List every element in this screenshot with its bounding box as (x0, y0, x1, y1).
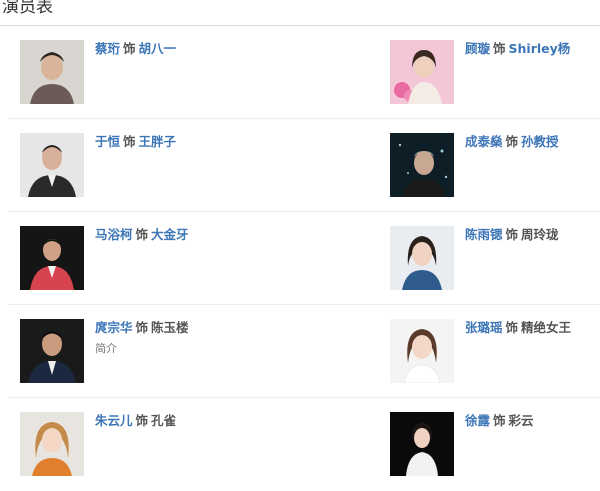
cast-info: 成泰燊饰孙教授 (465, 133, 559, 151)
actor-name[interactable]: 马浴柯 (95, 227, 133, 242)
actress-photo-icon (390, 412, 454, 476)
actor-photo-icon (20, 133, 84, 197)
cast-grid: 蔡珩饰胡八一 顾璇饰 Shirley杨 于恒 饰 王胖子 成泰燊 饰 孙教授 马… (8, 26, 600, 491)
actor-photo-icon (20, 40, 84, 104)
cast-info: 于恒饰王胖子 (95, 133, 176, 151)
role-name[interactable]: 王胖子 (139, 134, 177, 149)
cast-item: 张璐瑶饰精绝女王 (378, 305, 600, 398)
cast-item: 马浴柯饰大金牙 (8, 212, 378, 305)
role-name: 孔雀 (151, 413, 177, 428)
cast-info: 顾璇饰 Shirley杨 (465, 40, 570, 58)
actress-photo-icon (390, 319, 454, 383)
actor-name[interactable]: 陈雨锶 (465, 227, 503, 242)
section-title: 演员表 (2, 0, 53, 17)
cast-item: 于恒饰王胖子 (8, 119, 378, 212)
connector-text: 饰 (135, 227, 149, 242)
actor-photo-icon (390, 133, 454, 197)
role-name: 彩云 (508, 413, 534, 428)
actress-photo[interactable] (390, 412, 454, 476)
cast-info: 庹宗华饰陈玉楼 (95, 319, 189, 337)
cast-header: 演员表 (0, 0, 600, 26)
role-name[interactable]: 孙教授 (521, 134, 559, 149)
cast-item: 蔡珩饰胡八一 (8, 26, 378, 119)
connector-text: 饰 (505, 134, 519, 149)
actress-photo-icon (390, 40, 454, 104)
actor-name[interactable]: 成泰燊 (465, 134, 503, 149)
cast-info: 蔡珩饰胡八一 (95, 40, 176, 58)
actress-photo[interactable] (20, 412, 84, 476)
actress-photo[interactable] (390, 319, 454, 383)
cast-info: 朱云儿饰孔雀 (95, 412, 176, 430)
actor-name[interactable]: 于恒 (95, 134, 120, 149)
actor-photo[interactable] (20, 40, 84, 104)
actor-name[interactable]: 徐露 (465, 413, 490, 428)
cast-item: 庹宗华饰陈玉楼 简介 (8, 305, 378, 398)
connector-text: 饰 (505, 227, 519, 242)
cast-item: 顾璇饰 Shirley杨 (378, 26, 600, 119)
actor-photo[interactable] (20, 319, 84, 383)
cast-item: 成泰燊饰孙教授 (378, 119, 600, 212)
connector-text: 饰 (505, 320, 519, 335)
connector-text: 饰 (493, 41, 506, 56)
actress-photo[interactable] (390, 226, 454, 290)
actor-name[interactable]: 顾璇 (465, 41, 490, 56)
actor-photo[interactable] (20, 226, 84, 290)
role-name[interactable]: Shirley杨 (509, 41, 571, 56)
connector-text: 饰 (135, 320, 149, 335)
connector-text: 饰 (135, 413, 149, 428)
role-name: 精绝女王 (521, 320, 572, 335)
role-name[interactable]: 大金牙 (151, 227, 189, 242)
actor-photo-icon (20, 226, 84, 290)
actor-photo-icon (20, 319, 84, 383)
intro-link[interactable]: 简介 (95, 342, 117, 356)
actor-name[interactable]: 庹宗华 (95, 320, 133, 335)
role-name: 周玲珑 (521, 227, 559, 242)
actress-photo-icon (390, 226, 454, 290)
cast-item: 徐露饰彩云 (378, 398, 600, 491)
actress-photo-icon (20, 412, 84, 476)
cast-info: 徐露饰彩云 (465, 412, 534, 430)
role-name[interactable]: 胡八一 (139, 41, 177, 56)
connector-text: 饰 (123, 41, 136, 56)
cast-info: 陈雨锶饰周玲珑 (465, 226, 559, 244)
actor-name[interactable]: 朱云儿 (95, 413, 133, 428)
connector-text: 饰 (493, 413, 506, 428)
cast-item: 陈雨锶饰周玲珑 (378, 212, 600, 305)
cast-info: 马浴柯饰大金牙 (95, 226, 189, 244)
connector-text: 饰 (123, 134, 136, 149)
cast-info: 张璐瑶饰精绝女王 (465, 319, 571, 337)
actress-photo[interactable] (390, 40, 454, 104)
actor-name[interactable]: 蔡珩 (95, 41, 120, 56)
cast-item: 朱云儿饰孔雀 (8, 398, 378, 491)
role-name: 陈玉楼 (151, 320, 189, 335)
actor-photo[interactable] (390, 133, 454, 197)
actor-photo[interactable] (20, 133, 84, 197)
actor-name[interactable]: 张璐瑶 (465, 320, 503, 335)
